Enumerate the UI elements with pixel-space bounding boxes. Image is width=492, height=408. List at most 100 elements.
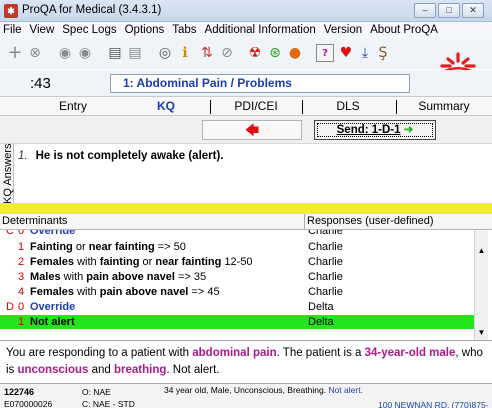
tab-separator bbox=[302, 100, 303, 114]
determinant-row[interactable]: 3 Males with pain above navel => 35 Charli… bbox=[0, 270, 474, 284]
chief-complaint-field[interactable]: 1: Abdominal Pain / Problems bbox=[110, 74, 410, 93]
determinant-text-part: with bbox=[74, 256, 100, 268]
case-summary-text: You are responding to a patient with abd… bbox=[0, 340, 492, 384]
determinant-text-part: or bbox=[139, 256, 156, 268]
document-icon[interactable]: ▤ bbox=[106, 44, 124, 62]
footer-address: 100 NEWNAN RD, (770)875-6777 bbox=[378, 400, 489, 408]
sort-icon[interactable]: ⇅ bbox=[198, 44, 216, 62]
determinant-row[interactable]: 1 Fainting or near fainting => 50 Charlie bbox=[0, 240, 474, 254]
tab-summary[interactable]: Summary bbox=[398, 97, 490, 116]
target-icon[interactable]: ◎ bbox=[156, 44, 174, 62]
add-icon[interactable]: + bbox=[6, 44, 24, 62]
send-label: Send: 1-D-1 bbox=[336, 124, 401, 136]
footer-description-text: 34 year old, Male, Unconscious, Breathin… bbox=[164, 385, 327, 395]
no-icon[interactable]: ⊘ bbox=[218, 44, 236, 62]
determinant-text-part: near fainting bbox=[155, 256, 222, 268]
determinant-code: 2 bbox=[18, 256, 25, 268]
window-title: ProQA for Medical (3.4.3.1) bbox=[22, 4, 162, 16]
determinant-row[interactable]: C 0 Override Charlie bbox=[0, 230, 474, 238]
determinant-text-part: with bbox=[60, 271, 87, 283]
determinant-row-selected[interactable]: 1 Not alert Delta bbox=[0, 315, 474, 329]
cancel-icon[interactable]: ⊗ bbox=[26, 44, 44, 62]
splitter-bar[interactable] bbox=[0, 203, 492, 214]
orange-stop-icon[interactable]: ● bbox=[286, 44, 304, 62]
determinant-code: 1 bbox=[18, 316, 25, 328]
menu-view[interactable]: View bbox=[26, 22, 59, 39]
menu-about[interactable]: About ProQA bbox=[366, 22, 442, 39]
heart-icon[interactable]: ♥ bbox=[337, 44, 355, 62]
determinant-text-part: Females bbox=[30, 256, 75, 268]
download-icon[interactable]: ⤓ bbox=[356, 44, 374, 62]
minimize-button[interactable]: – bbox=[414, 3, 436, 18]
tab-pdi-cei[interactable]: PDI/CEI bbox=[212, 97, 300, 116]
menu-file[interactable]: File bbox=[0, 22, 26, 39]
scroll-up-icon[interactable]: ▲ bbox=[475, 244, 488, 258]
determinant-text-part: Not alert bbox=[30, 316, 75, 328]
back-circle-icon[interactable]: ◉ bbox=[56, 44, 74, 62]
scroll-down-icon[interactable]: ▼ bbox=[475, 326, 488, 340]
incident-number: 122746 bbox=[4, 387, 35, 397]
tab-entry[interactable]: Entry bbox=[28, 97, 118, 116]
send-button[interactable]: Send: 1-D-1 ➜ bbox=[314, 120, 436, 140]
forward-circle-icon[interactable]: ◉ bbox=[76, 44, 94, 62]
info-icon[interactable]: ℹ bbox=[176, 44, 194, 62]
tab-kq[interactable]: KQ bbox=[130, 97, 202, 116]
determinant-text-part: or bbox=[72, 241, 89, 253]
summary-text-part: . Not alert. bbox=[166, 364, 220, 376]
toolbar: + ⊗ ◉ ◉ ▤ ▤ ◎ ℹ ⇅ ⊘ ☢ ⊛ ● ? ♥ ⤓ Ş bbox=[0, 39, 492, 69]
determinant-text-part: with bbox=[74, 286, 100, 298]
determinant-text-part: near fainting bbox=[88, 241, 155, 253]
back-button[interactable]: 🡄 bbox=[202, 120, 302, 140]
document-2-icon[interactable]: ▤ bbox=[126, 44, 144, 62]
determinant-description: Override bbox=[30, 300, 75, 314]
determinant-text-part: fainting bbox=[99, 256, 140, 268]
menu-spec-logs[interactable]: Spec Logs bbox=[58, 22, 120, 39]
determinant-response: Charlie bbox=[308, 230, 343, 237]
determinant-text-part: pain above navel bbox=[99, 286, 189, 298]
kq-question-number: 1. bbox=[18, 150, 28, 162]
origin-code: O: NAE bbox=[82, 387, 111, 397]
radiation-icon[interactable]: ☢ bbox=[246, 44, 264, 62]
window-controls: – □ ✕ bbox=[414, 3, 484, 18]
green-stop-icon[interactable]: ⊛ bbox=[266, 44, 284, 62]
determinant-response: Charlie bbox=[308, 286, 343, 298]
determinant-level: D bbox=[6, 301, 14, 313]
close-button[interactable]: ✕ bbox=[462, 3, 484, 18]
menu-tabs[interactable]: Tabs bbox=[168, 22, 200, 39]
determinant-text-part: => 45 bbox=[188, 286, 220, 298]
kq-question-text: He is not completely awake (alert). bbox=[35, 150, 224, 162]
language-icon[interactable]: Ş bbox=[374, 44, 392, 62]
footer-description: 34 year old, Male, Unconscious, Breathin… bbox=[164, 385, 363, 395]
app-icon: ✱ bbox=[4, 4, 18, 18]
kq-answer-item[interactable]: 1. He is not completely awake (alert). bbox=[18, 150, 224, 162]
determinant-text-part: Fainting bbox=[30, 241, 73, 253]
determinant-response: Delta bbox=[308, 316, 334, 328]
determinant-text-part: 12-50 bbox=[221, 256, 253, 268]
determinants-scrollbar[interactable]: ▲ ▼ bbox=[474, 230, 488, 340]
tab-separator bbox=[396, 100, 397, 114]
summary-text-part: . The patient is a bbox=[276, 347, 365, 359]
determinant-description: Males with pain above navel => 35 bbox=[30, 270, 206, 284]
summary-text-part: 34-year-old male bbox=[364, 347, 456, 359]
tab-bar: Entry KQ PDI/CEI DLS Summary bbox=[0, 96, 492, 116]
determinant-description: Fainting or near fainting => 50 bbox=[30, 240, 186, 254]
case-number: :43 bbox=[30, 75, 51, 92]
kq-answers-label: KQ Answers bbox=[2, 143, 14, 204]
menu-version[interactable]: Version bbox=[320, 22, 366, 39]
case-bar: :43 1: Abdominal Pain / Problems bbox=[0, 70, 492, 96]
help-icon[interactable]: ? bbox=[316, 44, 334, 62]
tab-dls[interactable]: DLS bbox=[304, 97, 392, 116]
determinant-response: Charlie bbox=[308, 271, 343, 283]
menu-additional-information[interactable]: Additional Information bbox=[201, 22, 320, 39]
determinant-response: Charlie bbox=[308, 241, 343, 253]
determinant-row[interactable]: 4 Females with pain above navel => 45 Char… bbox=[0, 285, 474, 299]
determinant-text-part: => 35 bbox=[174, 271, 207, 283]
determinants-list: C 0 Override Charlie 1 Fainting or near faint… bbox=[0, 230, 474, 340]
determinant-row[interactable]: D 0 Override Delta bbox=[0, 300, 474, 314]
menu-bar: File View Spec Logs Options Tabs Additional I… bbox=[0, 22, 492, 39]
menu-options[interactable]: Options bbox=[121, 22, 169, 39]
determinant-row[interactable]: 2 Females with fainting or near fainting … bbox=[0, 255, 474, 269]
summary-text-part: unconscious bbox=[17, 364, 89, 376]
determinant-code: 3 bbox=[18, 271, 25, 283]
maximize-button[interactable]: □ bbox=[438, 3, 460, 18]
